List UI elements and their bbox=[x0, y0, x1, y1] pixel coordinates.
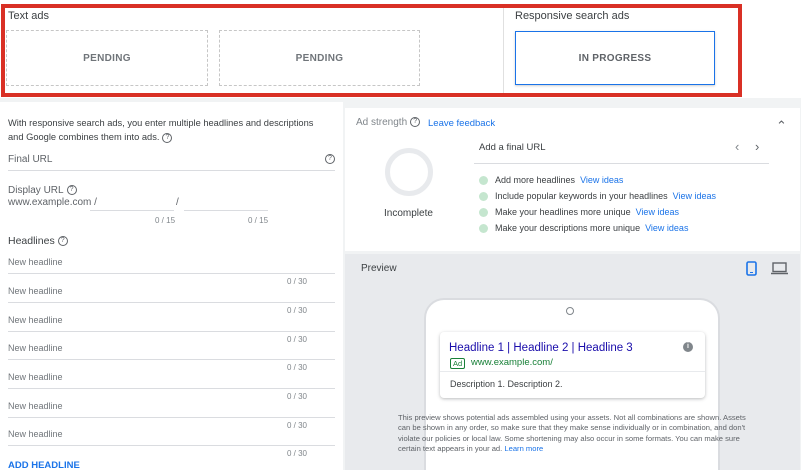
suggestion-item: Include popular keywords in your headlin… bbox=[495, 191, 716, 201]
preview-disclaimer: This preview shows potential ads assembl… bbox=[398, 413, 746, 453]
mobile-icon[interactable] bbox=[746, 261, 757, 276]
chevron-left-icon[interactable]: ‹ bbox=[735, 139, 739, 154]
leave-feedback-link[interactable]: Leave feedback bbox=[428, 118, 495, 129]
headline-input-7[interactable]: New headline 0 / 30 bbox=[8, 429, 335, 458]
preview-title: Preview bbox=[361, 263, 397, 274]
info-icon[interactable]: i bbox=[683, 342, 693, 352]
headline-underline bbox=[8, 331, 335, 332]
view-ideas-link[interactable]: View ideas bbox=[673, 191, 716, 201]
suggestion-dot-icon bbox=[479, 176, 488, 185]
highlight-box bbox=[1, 4, 742, 97]
view-ideas-link[interactable]: View ideas bbox=[645, 223, 688, 233]
headline-input-6[interactable]: New headline 0 / 30 bbox=[8, 401, 335, 430]
display-url-label: Display URL? bbox=[8, 185, 77, 196]
headlines-label: Headlines? bbox=[8, 235, 68, 247]
final-url-underline bbox=[8, 170, 335, 171]
help-icon[interactable]: ? bbox=[325, 154, 335, 164]
suggestion-item: Make your headlines more unique View idea… bbox=[495, 207, 679, 217]
add-headline-button[interactable]: ADD HEADLINE bbox=[8, 460, 80, 470]
headline-counter: 0 / 30 bbox=[286, 363, 307, 372]
chevron-right-icon[interactable]: › bbox=[755, 139, 759, 154]
headline-input-4[interactable]: New headline 0 / 30 bbox=[8, 343, 335, 372]
headline-underline bbox=[8, 302, 335, 303]
learn-more-link[interactable]: Learn more bbox=[504, 444, 543, 453]
strength-rating: Incomplete bbox=[384, 208, 433, 219]
headline-counter: 0 / 30 bbox=[286, 392, 307, 401]
help-icon[interactable]: ? bbox=[66, 185, 77, 196]
phone-camera bbox=[566, 307, 574, 315]
final-url-input[interactable]: Final URL bbox=[8, 154, 52, 165]
suggestion-dot-icon bbox=[479, 208, 488, 217]
path-separator: / bbox=[176, 197, 179, 208]
path1-counter: 0 / 15 bbox=[155, 216, 176, 225]
headline-input-5[interactable]: New headline 0 / 30 bbox=[8, 372, 335, 401]
ad-badge: Ad bbox=[450, 358, 466, 369]
ad-preview-headline: Headline 1 | Headline 2 | Headline 3 bbox=[449, 342, 633, 354]
suggestion-item: Make your descriptions more unique View i… bbox=[495, 223, 689, 233]
suggestion-divider bbox=[474, 163, 769, 164]
strength-meter-ring bbox=[385, 148, 433, 196]
help-icon[interactable]: ? bbox=[162, 132, 173, 143]
final-url-suggestion-title: Add a final URL bbox=[479, 142, 546, 153]
headline-input-3[interactable]: New headline 0 / 30 bbox=[8, 315, 335, 344]
headline-underline bbox=[8, 359, 335, 360]
ad-preview-description: Description 1. Description 2. bbox=[450, 379, 563, 389]
view-ideas-link[interactable]: View ideas bbox=[636, 207, 679, 217]
view-ideas-link[interactable]: View ideas bbox=[580, 175, 623, 185]
help-icon[interactable]: ? bbox=[410, 117, 421, 128]
headline-counter: 0 / 30 bbox=[286, 277, 307, 286]
display-url-domain: www.example.com / bbox=[8, 197, 97, 208]
headline-underline bbox=[8, 417, 335, 418]
intro-text: With responsive search ads, you enter mu… bbox=[8, 118, 314, 143]
headline-underline bbox=[8, 445, 335, 446]
path2-input[interactable] bbox=[184, 210, 268, 211]
headline-underline bbox=[8, 388, 335, 389]
headline-counter: 0 / 30 bbox=[286, 306, 307, 315]
ad-strength-title: Ad strength? bbox=[356, 117, 421, 128]
headline-input-1[interactable]: New headline 0 / 30 bbox=[8, 257, 335, 286]
desktop-icon[interactable] bbox=[771, 262, 788, 275]
path1-input[interactable] bbox=[90, 210, 174, 211]
headline-underline bbox=[8, 273, 335, 274]
help-icon[interactable]: ? bbox=[57, 236, 68, 247]
suggestion-dot-icon bbox=[479, 224, 488, 233]
collapse-icon[interactable]: ⌃ bbox=[776, 118, 787, 134]
headline-input-2[interactable]: New headline 0 / 30 bbox=[8, 286, 335, 315]
path2-counter: 0 / 15 bbox=[248, 216, 269, 225]
ad-card-divider bbox=[440, 371, 705, 372]
ad-preview-url: www.example.com/ bbox=[471, 357, 553, 368]
suggestion-dot-icon bbox=[479, 192, 488, 201]
suggestion-item: Add more headlines View ideas bbox=[495, 175, 624, 185]
headline-counter: 0 / 30 bbox=[286, 449, 307, 458]
